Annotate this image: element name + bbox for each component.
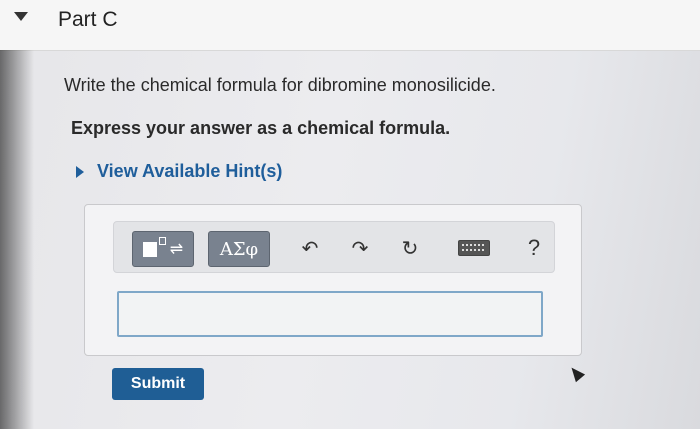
collapse-triangle-icon[interactable] — [14, 12, 28, 21]
part-title: Part C — [58, 8, 118, 31]
mouse-pointer-icon — [566, 363, 586, 383]
answer-panel: ⇌ ΑΣφ ↶ ↷ ↻ ? — [84, 204, 582, 356]
template-box-icon — [142, 236, 166, 257]
answer-input[interactable] — [117, 291, 543, 337]
help-button[interactable]: ? — [522, 231, 546, 265]
submit-button[interactable]: Submit — [112, 368, 204, 400]
keyboard-shortcuts-button[interactable] — [454, 231, 494, 265]
equilibrium-arrows-icon: ⇌ — [169, 241, 184, 258]
hint-label: View Available Hint(s) — [97, 161, 283, 181]
view-hints-link[interactable]: View Available Hint(s) — [76, 161, 282, 182]
math-toolbar: ⇌ ΑΣφ ↶ ↷ ↻ ? — [113, 221, 555, 273]
undo-icon[interactable]: ↶ — [296, 231, 324, 265]
templates-button[interactable]: ⇌ — [132, 231, 194, 267]
keyboard-icon — [458, 240, 490, 256]
symbols-button[interactable]: ΑΣφ — [208, 231, 270, 267]
part-header[interactable]: Part C — [0, 0, 700, 51]
question-text: Write the chemical formula for dibromine… — [64, 75, 496, 95]
reset-icon[interactable]: ↻ — [396, 231, 424, 265]
instruction-text: Express your answer as a chemical formul… — [71, 118, 451, 138]
expand-triangle-icon — [76, 165, 84, 178]
screen-edge-shadow — [0, 50, 34, 429]
redo-icon[interactable]: ↷ — [346, 231, 374, 265]
